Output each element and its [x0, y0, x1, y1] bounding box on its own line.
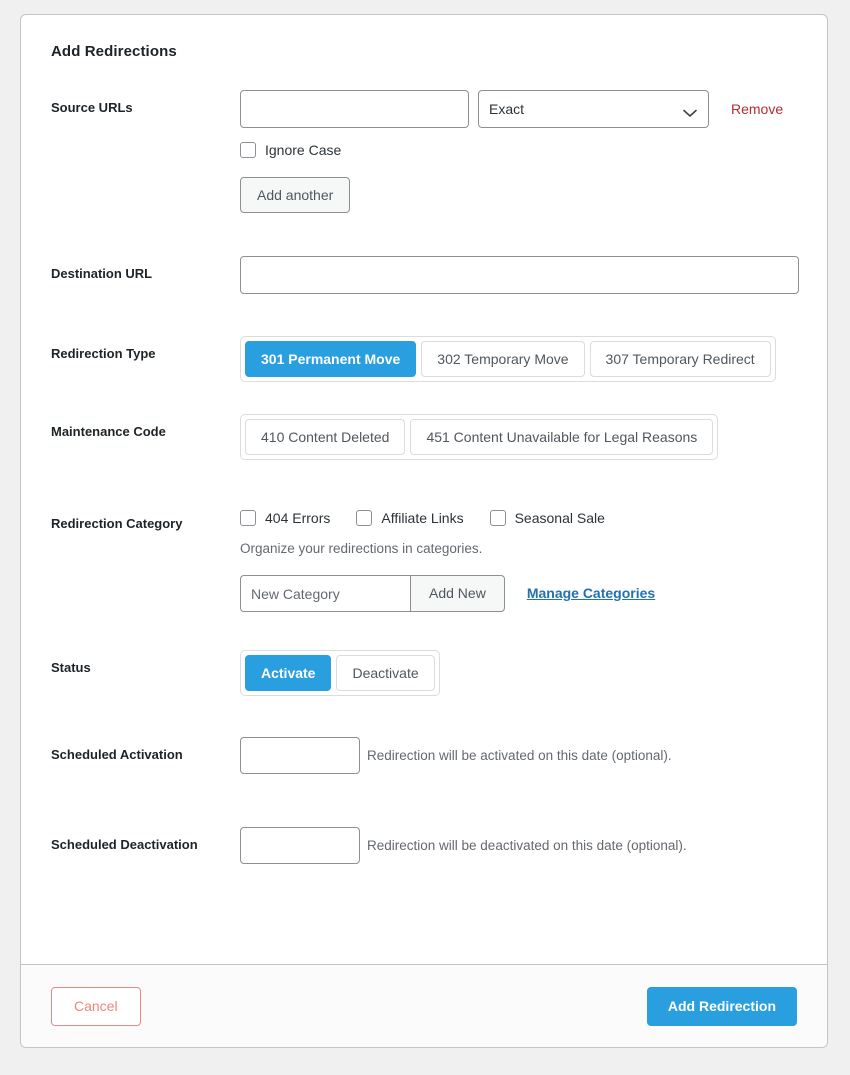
category-checkbox-box[interactable]	[240, 510, 256, 526]
scheduled-activation-hint: Redirection will be activated on this da…	[367, 737, 672, 774]
new-category-row: Add New Manage Categories	[240, 575, 797, 612]
status-group: Activate Deactivate	[240, 650, 440, 696]
redirection-category-label: Redirection Category	[51, 506, 240, 533]
card-footer: Cancel Add Redirection	[21, 964, 827, 1047]
scheduled-activation-label: Scheduled Activation	[51, 737, 240, 764]
add-redirection-button[interactable]: Add Redirection	[647, 987, 797, 1026]
scheduled-deactivation-label: Scheduled Deactivation	[51, 827, 240, 854]
destination-url-field	[240, 256, 797, 294]
spacer	[51, 213, 797, 256]
maintenance-code-label: Maintenance Code	[51, 414, 240, 441]
add-redirections-card: Add Redirections Source URLs Exact	[20, 14, 828, 1048]
destination-url-input[interactable]	[240, 256, 799, 294]
category-checkbox-box[interactable]	[490, 510, 506, 526]
spacer	[51, 612, 797, 650]
source-urls-label: Source URLs	[51, 90, 240, 117]
status-option-deactivate[interactable]: Deactivate	[336, 655, 434, 691]
remove-source-url-link[interactable]: Remove	[731, 90, 783, 128]
field-row-maintenance-code: Maintenance Code 410 Content Deleted 451…	[51, 414, 797, 460]
add-another-button[interactable]: Add another	[240, 177, 350, 213]
category-helper-text: Organize your redirections in categories…	[240, 541, 797, 556]
scheduled-deactivation-input[interactable]	[240, 827, 360, 864]
source-url-input[interactable]	[240, 90, 469, 128]
ignore-case-checkbox-label[interactable]: Ignore Case	[240, 142, 341, 158]
spacer	[51, 774, 797, 827]
redirection-type-option-301[interactable]: 301 Permanent Move	[245, 341, 416, 377]
field-row-redirection-type: Redirection Type 301 Permanent Move 302 …	[51, 336, 797, 382]
scheduled-deactivation-hint: Redirection will be deactivated on this …	[367, 827, 687, 864]
ignore-case-row: Ignore Case	[240, 142, 797, 163]
category-checkbox-row: 404 Errors Affiliate Links Seasonal Sale	[240, 506, 797, 526]
field-row-redirection-category: Redirection Category 404 Errors Affiliat…	[51, 506, 797, 612]
maintenance-code-group: 410 Content Deleted 451 Content Unavaila…	[240, 414, 718, 460]
field-row-source-urls: Source URLs Exact Remove	[51, 90, 797, 213]
category-checkbox-text: 404 Errors	[265, 510, 330, 526]
match-type-select-wrap: Exact	[478, 90, 709, 128]
category-checkbox-text: Seasonal Sale	[515, 510, 605, 526]
scheduled-activation-field: Redirection will be activated on this da…	[240, 737, 797, 774]
destination-url-label: Destination URL	[51, 256, 240, 283]
category-checkbox-text: Affiliate Links	[381, 510, 463, 526]
status-field: Activate Deactivate	[240, 650, 797, 696]
status-label: Status	[51, 650, 240, 677]
field-row-destination-url: Destination URL	[51, 256, 797, 294]
field-row-scheduled-activation: Scheduled Activation Redirection will be…	[51, 737, 797, 774]
new-category-input[interactable]	[240, 575, 410, 612]
category-checkbox-box[interactable]	[356, 510, 372, 526]
spacer	[51, 294, 797, 336]
category-checkbox-404-errors[interactable]: 404 Errors	[240, 510, 330, 526]
page-title: Add Redirections	[51, 43, 797, 60]
scheduled-deactivation-field: Redirection will be deactivated on this …	[240, 827, 797, 864]
status-option-activate[interactable]: Activate	[245, 655, 331, 691]
card-body: Add Redirections Source URLs Exact	[21, 15, 827, 864]
field-row-status: Status Activate Deactivate	[51, 650, 797, 696]
spacer	[51, 696, 797, 737]
redirection-type-label: Redirection Type	[51, 336, 240, 363]
maintenance-code-field: 410 Content Deleted 451 Content Unavaila…	[240, 414, 797, 460]
match-type-select[interactable]: Exact	[478, 90, 709, 128]
manage-categories-link[interactable]: Manage Categories	[527, 575, 655, 612]
field-row-scheduled-deactivation: Scheduled Deactivation Redirection will …	[51, 827, 797, 864]
ignore-case-checkbox[interactable]	[240, 142, 256, 158]
scheduled-activation-input[interactable]	[240, 737, 360, 774]
category-checkbox-seasonal-sale[interactable]: Seasonal Sale	[490, 510, 605, 526]
redirection-category-field: 404 Errors Affiliate Links Seasonal Sale…	[240, 506, 797, 612]
redirection-type-option-302[interactable]: 302 Temporary Move	[421, 341, 584, 377]
add-another-row: Add another	[240, 177, 797, 213]
redirection-type-field: 301 Permanent Move 302 Temporary Move 30…	[240, 336, 797, 382]
spacer	[51, 382, 797, 414]
source-urls-input-row: Exact Remove	[240, 90, 797, 128]
redirection-type-option-307[interactable]: 307 Temporary Redirect	[590, 341, 771, 377]
maintenance-code-option-451[interactable]: 451 Content Unavailable for Legal Reason…	[410, 419, 713, 455]
ignore-case-text: Ignore Case	[265, 142, 341, 158]
maintenance-code-option-410[interactable]: 410 Content Deleted	[245, 419, 405, 455]
redirection-type-group: 301 Permanent Move 302 Temporary Move 30…	[240, 336, 776, 382]
source-urls-field: Exact Remove Ignore Case	[240, 90, 797, 213]
add-new-category-button[interactable]: Add New	[410, 575, 505, 612]
spacer	[51, 460, 797, 506]
category-checkbox-affiliate-links[interactable]: Affiliate Links	[356, 510, 463, 526]
cancel-button[interactable]: Cancel	[51, 987, 141, 1026]
